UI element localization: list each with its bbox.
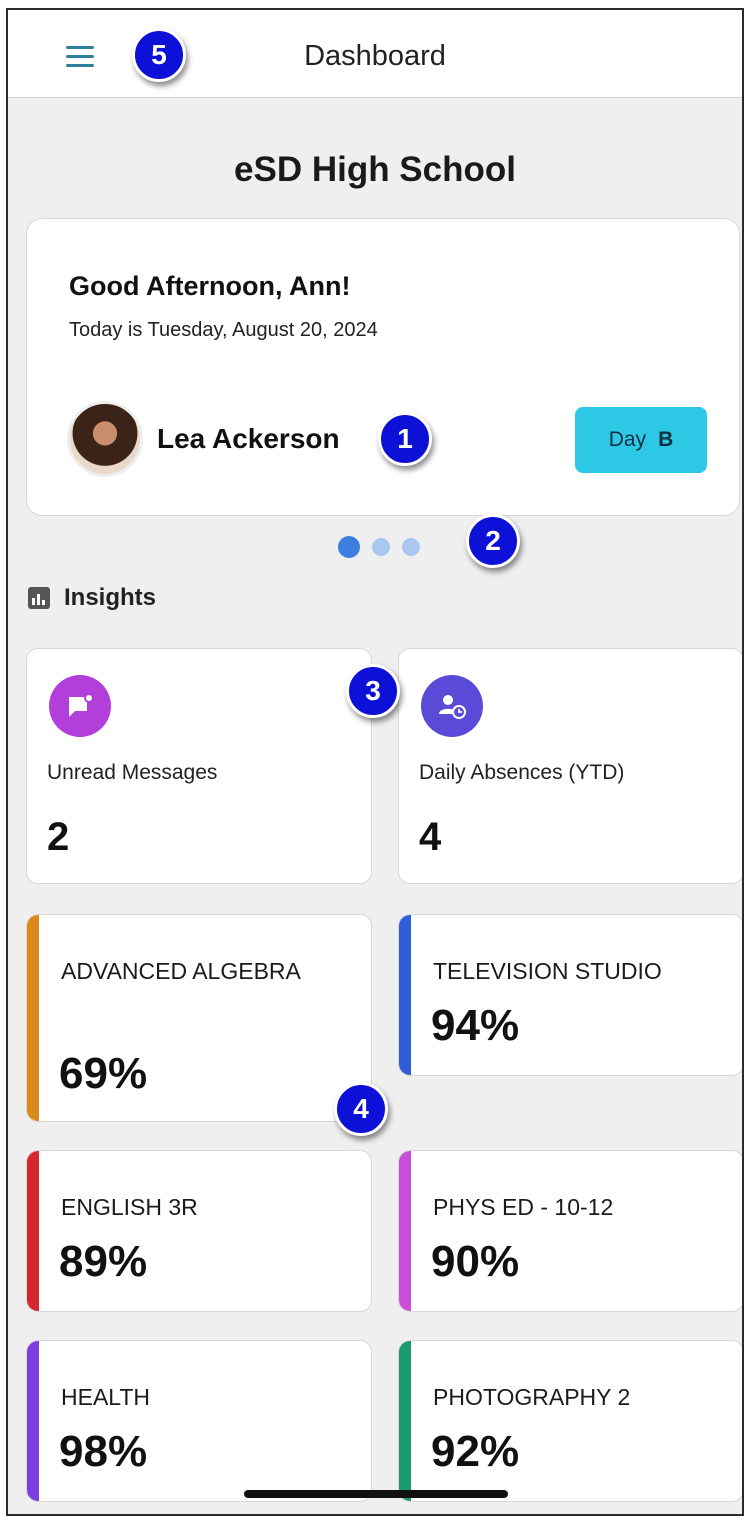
course-color-bar [27,915,39,1121]
daily-absences-card[interactable]: Daily Absences (YTD) 4 [398,648,742,884]
school-name: eSD High School [234,150,516,189]
callout-badge-3: 3 [346,664,400,718]
carousel-dot-1[interactable] [338,536,360,558]
day-value: B [658,428,674,451]
callout-badge-5: 5 [132,28,186,82]
day-badge: Day B [575,407,707,473]
message-icon [49,675,111,737]
course-name: HEALTH [61,1384,151,1410]
course-grade: 98% [59,1427,148,1476]
date-text: Today is Tuesday, August 20, 2024 [69,319,378,341]
carousel-dot-3[interactable] [402,538,420,556]
course-name: PHYS ED - 10-12 [433,1194,614,1220]
bar-chart-icon [28,587,50,609]
course-grade: 90% [431,1237,520,1286]
course-card[interactable]: PHOTOGRAPHY 2 92% [398,1340,742,1502]
callout-badge-2: 2 [466,514,520,568]
course-color-bar [399,1341,411,1501]
callout-badge-4: 4 [334,1082,388,1136]
course-card[interactable]: ENGLISH 3R 89% [26,1150,372,1312]
greeting-text: Good Afternoon, Ann! [69,271,351,301]
page-title: Dashboard [304,40,446,72]
course-name: ENGLISH 3R [61,1194,198,1220]
carousel-dot-2[interactable] [372,538,390,556]
course-grade: 94% [431,1001,520,1050]
carousel-indicator[interactable] [338,536,420,558]
app-screen: Dashboard 5 eSD High School Good Afterno… [6,8,744,1516]
student-avatar[interactable] [67,401,143,477]
course-card[interactable]: TELEVISION STUDIO 94% [398,914,742,1076]
insights-header: Insights [28,584,156,612]
unread-messages-card[interactable]: Unread Messages 2 [26,648,372,884]
person-clock-icon [421,675,483,737]
course-color-bar [27,1341,39,1501]
course-name: ADVANCED ALGEBRA [61,958,301,984]
course-card[interactable]: ADVANCED ALGEBRA 69% [26,914,372,1122]
course-color-bar [399,1151,411,1311]
student-name[interactable]: Lea Ackerson [157,423,340,455]
course-card[interactable]: HEALTH 98% [26,1340,372,1502]
course-grade: 69% [59,1049,148,1098]
course-name: TELEVISION STUDIO [433,958,662,984]
insights-label: Insights [64,584,157,611]
course-color-bar [27,1151,39,1311]
course-color-bar [399,915,411,1075]
callout-badge-1: 1 [378,412,432,466]
course-grade: 89% [59,1237,148,1286]
course-grade: 92% [431,1427,520,1476]
day-label: Day [608,428,647,451]
course-card[interactable]: PHYS ED - 10-12 90% [398,1150,742,1312]
course-name: PHOTOGRAPHY 2 [433,1384,631,1410]
stat-value: 4 [419,815,442,859]
home-indicator[interactable] [244,1490,508,1498]
stat-value: 2 [47,815,70,859]
welcome-card[interactable]: Good Afternoon, Ann! Today is Tuesday, A… [26,218,740,516]
stat-label: Daily Absences (YTD) [419,761,625,784]
top-bar: Dashboard [8,10,742,98]
stat-label: Unread Messages [47,761,218,784]
